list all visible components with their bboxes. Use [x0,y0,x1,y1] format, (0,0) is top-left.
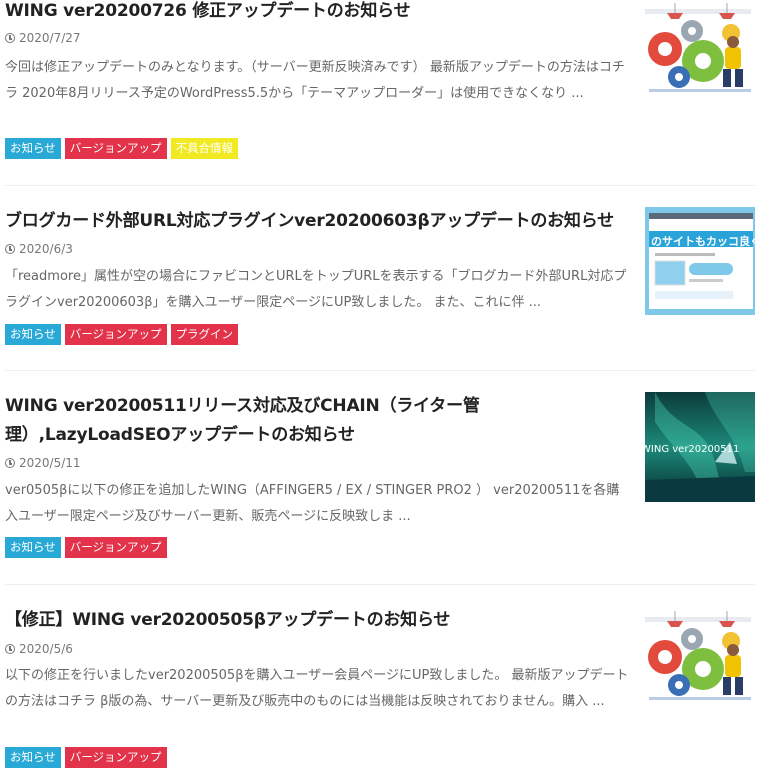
post-date-text: 2020/7/27 [19,31,81,45]
tag-bug-info[interactable]: 不具合情報 [170,138,239,159]
blogcard-screen-icon [645,207,755,315]
post-list: WING ver20200726 修正アップデートのお知らせ 2020/7/27… [0,0,768,771]
tag-list: お知らせ バージョンアップ 不具合情報 [5,138,239,159]
thumbnail-caption: のサイトもカッコ良く。 [651,235,755,248]
tag-info[interactable]: お知らせ [5,324,61,345]
tag-version-up[interactable]: バージョンアップ [64,138,167,159]
post-date-text: 2020/5/11 [19,456,81,470]
post-excerpt: ver0505βに以下の修正を追加したWING（AFFINGER5 / EX /… [5,483,620,524]
post-excerpt: 「readmore」属性が空の場合にファビコンとURLをトップURLを表示する「… [5,269,627,310]
post-date: 2020/7/27 [5,30,81,46]
tag-info[interactable]: お知らせ [5,537,61,558]
clock-icon [5,33,15,43]
post-date-text: 2020/5/6 [19,642,73,656]
post-date-text: 2020/6/3 [19,242,73,256]
tag-info[interactable]: お知らせ [5,138,61,159]
post-excerpt: 今回は修正アップデートのみとなります。（サーバー更新反映済みです） 最新版アップ… [5,60,625,101]
post-title[interactable]: WING ver20200511リリース対応及びCHAIN（ライター管理）,La… [5,392,635,450]
divider [5,370,755,371]
post-thumbnail[interactable] [645,3,755,95]
post-date: 2020/5/11 [5,455,81,471]
tag-list: お知らせ バージョンアップ [5,747,167,768]
thumbnail-caption: WING ver20200511 [645,444,740,455]
post-thumbnail[interactable]: WING ver20200511 [645,392,755,502]
post-title[interactable]: WING ver20200726 修正アップデートのお知らせ [5,0,635,26]
post-thumbnail[interactable] [645,611,755,703]
divider [5,584,755,585]
divider [5,185,755,186]
post-excerpt: 以下の修正を行いましたver20200505βを購入ユーザー会員ページにUP致し… [5,668,629,709]
tag-version-up[interactable]: バージョンアップ [64,537,167,558]
post-title[interactable]: 【修正】WING ver20200505βアップデートのお知らせ [5,606,635,635]
clock-icon [5,244,15,254]
gears-illustration-icon [645,3,755,95]
post-thumbnail[interactable]: のサイトもカッコ良く。 [645,207,755,315]
post-date: 2020/5/6 [5,641,73,657]
tag-list: お知らせ バージョンアップ プラグイン [5,324,239,345]
tag-version-up[interactable]: バージョンアップ [64,324,167,345]
tag-version-up[interactable]: バージョンアップ [64,747,167,768]
tag-info[interactable]: お知らせ [5,747,61,768]
tag-plugin[interactable]: プラグイン [170,324,239,345]
clock-icon [5,644,15,654]
post-title[interactable]: ブログカード外部URL対応プラグインver20200603βアップデートのお知ら… [5,207,635,236]
clock-icon [5,458,15,468]
post-date: 2020/6/3 [5,241,73,257]
gears-illustration-icon [645,611,755,703]
tag-list: お知らせ バージョンアップ [5,537,167,558]
